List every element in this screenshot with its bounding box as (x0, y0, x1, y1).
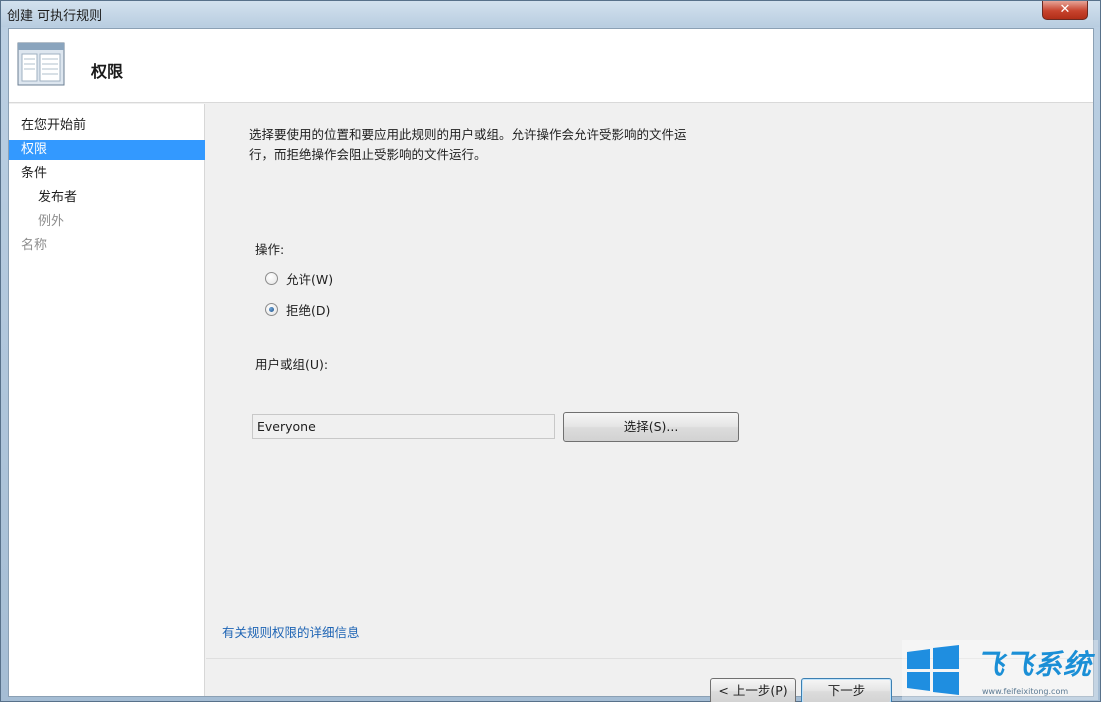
deny-radio-label: 拒绝(D) (286, 302, 331, 318)
sidebar-item-permissions[interactable]: 权限 (9, 140, 205, 160)
close-icon: ✕ (1059, 2, 1071, 17)
site-watermark: 飞飞系统 www.feifeixitong.com (902, 640, 1098, 700)
description-line-2: 行，而拒绝操作会阻止受影响的文件运行。 (249, 147, 487, 162)
sidebar-item-publisher[interactable]: 发布者 (9, 188, 205, 208)
deny-radio-option[interactable]: 拒绝(D) (265, 300, 330, 318)
back-button[interactable]: < 上一步(P) (710, 678, 796, 702)
sidebar-item-name: 名称 (21, 238, 48, 253)
main-content: 选择要使用的位置和要应用此规则的用户或组。允许操作会允许受影响的文件运 行，而拒… (206, 104, 1093, 702)
allow-radio[interactable] (265, 271, 278, 285)
allow-radio-label: 允许(W) (286, 271, 334, 287)
windows-logo-icon (907, 645, 959, 695)
user-or-group-label: 用户或组(U): (255, 357, 329, 372)
dialog-window: 创建 可执行规则 ✕ 权限 在您开始前 权限 条件 发布者 例外 名称 选择要使… (0, 0, 1101, 702)
sidebar-item-exceptions: 例外 (38, 214, 65, 229)
window-title: 创建 可执行规则 (7, 9, 103, 24)
client-area: 权限 在您开始前 权限 条件 发布者 例外 名称 选择要使用的位置和要应用此规则… (8, 28, 1094, 702)
wizard-steps-sidebar: 在您开始前 权限 条件 发布者 例外 名称 (9, 104, 205, 696)
deny-radio[interactable] (265, 302, 278, 316)
select-user-button[interactable]: 选择(S)... (563, 412, 739, 442)
sidebar-item-before-you-begin[interactable]: 在您开始前 (9, 116, 205, 136)
next-button[interactable]: 下一步 (801, 678, 892, 702)
close-button[interactable]: ✕ (1042, 1, 1088, 20)
user-or-group-field[interactable]: Everyone (252, 414, 555, 439)
wizard-header: 权限 (9, 29, 1093, 103)
watermark-url: www.feifeixitong.com (982, 687, 1069, 696)
action-label: 操作: (255, 242, 285, 257)
sidebar-item-conditions[interactable]: 条件 (9, 164, 205, 184)
allow-radio-option[interactable]: 允许(W) (265, 269, 333, 287)
permissions-help-link[interactable]: 有关规则权限的详细信息 (222, 622, 360, 641)
watermark-text: 飞飞系统 (976, 648, 1093, 681)
window-panel-icon (17, 42, 65, 86)
description-text: 选择要使用的位置和要应用此规则的用户或组。允许操作会允许受影响的文件运 行，而拒… (249, 125, 719, 165)
description-line-1: 选择要使用的位置和要应用此规则的用户或组。允许操作会允许受影响的文件运 (249, 127, 687, 142)
page-title: 权限 (91, 62, 124, 81)
title-bar[interactable]: 创建 可执行规则 ✕ (1, 1, 1100, 27)
